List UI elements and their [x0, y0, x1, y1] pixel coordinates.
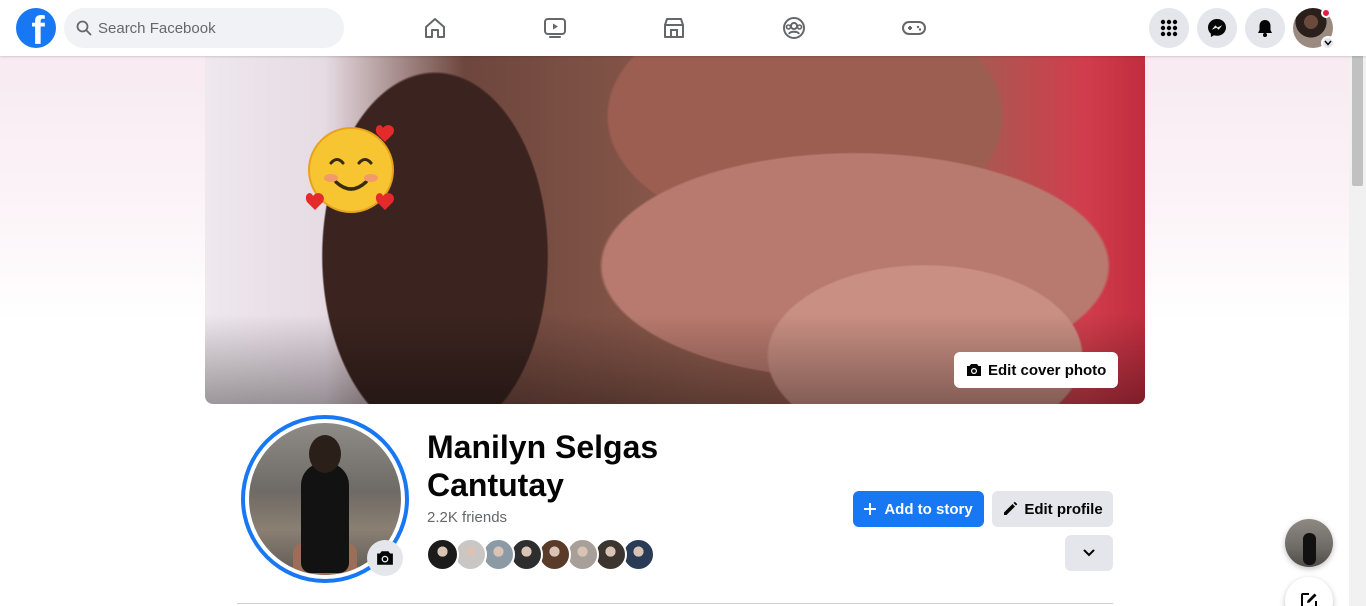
chat-head-avatar[interactable]	[1285, 519, 1333, 567]
chevron-down-icon	[1321, 36, 1335, 50]
friends-count-link[interactable]: 2.2K friends	[427, 509, 507, 526]
menu-button[interactable]	[1149, 8, 1189, 48]
page-scrollbar[interactable]	[1349, 0, 1366, 606]
friend-avatars-row	[426, 538, 655, 572]
top-navigation-bar: f	[0, 0, 1366, 56]
notifications-button[interactable]	[1245, 8, 1285, 48]
nav-watch[interactable]	[499, 4, 611, 52]
watch-icon	[544, 18, 566, 38]
profile-name: Manilyn Selgas Cantutay	[427, 429, 659, 503]
messenger-button[interactable]	[1197, 8, 1237, 48]
edit-cover-photo-label: Edit cover photo	[988, 361, 1107, 379]
search-icon	[76, 20, 92, 36]
compose-icon	[1301, 593, 1317, 606]
edit-cover-photo-button[interactable]: Edit cover photo	[954, 352, 1119, 388]
update-profile-picture-button[interactable]	[367, 540, 403, 576]
home-icon	[425, 18, 445, 38]
search-box[interactable]	[64, 8, 344, 48]
search-input[interactable]	[98, 19, 318, 37]
menu-grid-icon	[1160, 19, 1178, 37]
nav-groups[interactable]	[738, 4, 850, 52]
smiling-face-with-hearts-emoji	[305, 125, 394, 213]
account-avatar[interactable]	[1293, 8, 1335, 50]
new-message-button[interactable]	[1285, 577, 1333, 606]
plus-icon	[864, 503, 877, 515]
add-to-story-label: Add to story	[884, 500, 973, 518]
gaming-icon	[902, 21, 926, 35]
messenger-icon	[1208, 19, 1226, 37]
edit-profile-label: Edit profile	[1024, 500, 1103, 518]
more-options-button[interactable]	[1065, 535, 1113, 571]
notification-dot	[1321, 8, 1331, 18]
cover-photo: Edit cover photo	[205, 56, 1145, 404]
nav-home[interactable]	[379, 4, 491, 52]
facebook-logo[interactable]: f	[16, 8, 56, 48]
pencil-icon	[1004, 501, 1018, 515]
profile-divider	[237, 603, 1113, 604]
edit-profile-button[interactable]: Edit profile	[992, 491, 1113, 527]
marketplace-icon	[664, 18, 684, 38]
camera-icon	[377, 551, 393, 565]
friend-avatar[interactable]	[426, 538, 459, 571]
groups-icon	[783, 17, 805, 39]
camera-icon	[967, 364, 981, 376]
chevron-down-icon	[1083, 549, 1095, 557]
add-to-story-button[interactable]: Add to story	[853, 491, 984, 527]
notifications-bell-icon	[1258, 20, 1272, 37]
nav-marketplace[interactable]	[618, 4, 730, 52]
nav-gaming[interactable]	[858, 4, 970, 52]
